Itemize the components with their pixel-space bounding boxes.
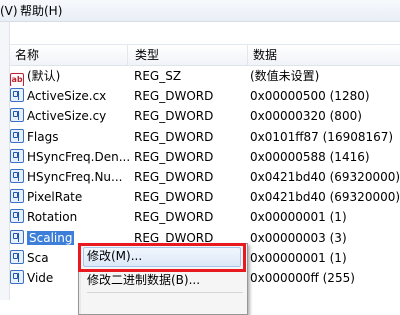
- list-header: 名称 类型 数据: [10, 44, 400, 66]
- column-header-type[interactable]: 类型: [130, 45, 248, 65]
- value-name: ActiveSize.cx: [27, 89, 107, 104]
- menu-bar: (V) 帮助(H): [0, 0, 400, 22]
- value-name: HSyncFreq.Den...: [27, 149, 130, 164]
- table-row[interactable]: PixelRate REG_DWORD 0x0421bd40 (69320000…: [10, 187, 400, 207]
- value-name: Sca: [27, 250, 49, 265]
- value-data: 0x000000ff (255): [250, 270, 355, 285]
- table-row[interactable]: HSyncFreq.Nu... REG_DWORD 0x0421bd40 (69…: [10, 167, 400, 187]
- binary-value-icon: [10, 128, 24, 143]
- value-name: Scaling: [27, 230, 75, 245]
- menu-item-help[interactable]: 帮助(H): [16, 3, 66, 19]
- value-type: REG_DWORD: [134, 129, 214, 144]
- binary-value-icon: [10, 249, 24, 264]
- value-data: 0x0101ff87 (16908167): [250, 129, 394, 144]
- table-row[interactable]: ActiveSize.cy REG_DWORD 0x00000320 (800): [10, 106, 400, 126]
- table-row[interactable]: HSyncFreq.Den... REG_DWORD 0x00000588 (1…: [10, 147, 400, 167]
- table-row[interactable]: ActiveSize.cx REG_DWORD 0x00000500 (1280…: [10, 86, 400, 106]
- value-type: REG_DWORD: [134, 109, 214, 124]
- binary-value-icon: [10, 108, 24, 123]
- context-menu-separator: [87, 292, 243, 293]
- binary-value-icon: [10, 269, 24, 284]
- table-row[interactable]: Rotation REG_DWORD 0x00000001 (1): [10, 207, 400, 227]
- value-type: REG_DWORD: [134, 210, 214, 225]
- table-row[interactable]: ab (默认) REG_SZ (数值未设置): [10, 66, 400, 86]
- highlight-annotation-box: [78, 243, 246, 272]
- binary-value-icon: [10, 229, 24, 244]
- value-name: ActiveSize.cy: [27, 109, 107, 124]
- binary-value-icon: [10, 209, 24, 224]
- binary-value-icon: [10, 88, 24, 103]
- value-data: 0x00000320 (800): [250, 109, 362, 124]
- value-data: 0x00000588 (1416): [250, 149, 370, 164]
- value-data: (数值未设置): [250, 69, 320, 83]
- column-header-name[interactable]: 名称: [10, 45, 128, 65]
- binary-value-icon: [10, 148, 24, 163]
- value-type: REG_DWORD: [134, 149, 214, 164]
- column-header-data[interactable]: 数据: [248, 45, 400, 65]
- value-data: 0x00000500 (1280): [250, 89, 370, 104]
- value-data: 0x00000003 (3): [250, 230, 347, 245]
- string-value-icon: ab: [10, 73, 24, 86]
- binary-value-icon: [10, 189, 24, 204]
- value-name: HSyncFreq.Nu...: [27, 169, 123, 184]
- value-data: 0x0421bd40 (69320000): [250, 190, 400, 205]
- binary-value-icon: [10, 168, 24, 183]
- value-type: REG_DWORD: [134, 190, 214, 205]
- value-data: 0x00000001 (1): [250, 210, 347, 225]
- value-name: Rotation: [27, 210, 78, 225]
- context-menu-item-modify-binary[interactable]: 修改二进制数据(B)...: [87, 271, 200, 289]
- value-name: Vide: [27, 270, 54, 285]
- value-type: REG_SZ: [134, 69, 182, 83]
- value-name: PixelRate: [27, 190, 83, 205]
- value-type: REG_DWORD: [134, 169, 214, 184]
- tree-pane-edge: [0, 22, 10, 300]
- value-data: 0x00000001 (1): [250, 250, 347, 265]
- value-data: 0x0421bd40 (69320000): [250, 169, 400, 184]
- table-row[interactable]: Flags REG_DWORD 0x0101ff87 (16908167): [10, 127, 400, 147]
- value-name: (默认): [27, 69, 61, 83]
- value-type: REG_DWORD: [134, 89, 214, 104]
- value-name: Flags: [27, 129, 59, 144]
